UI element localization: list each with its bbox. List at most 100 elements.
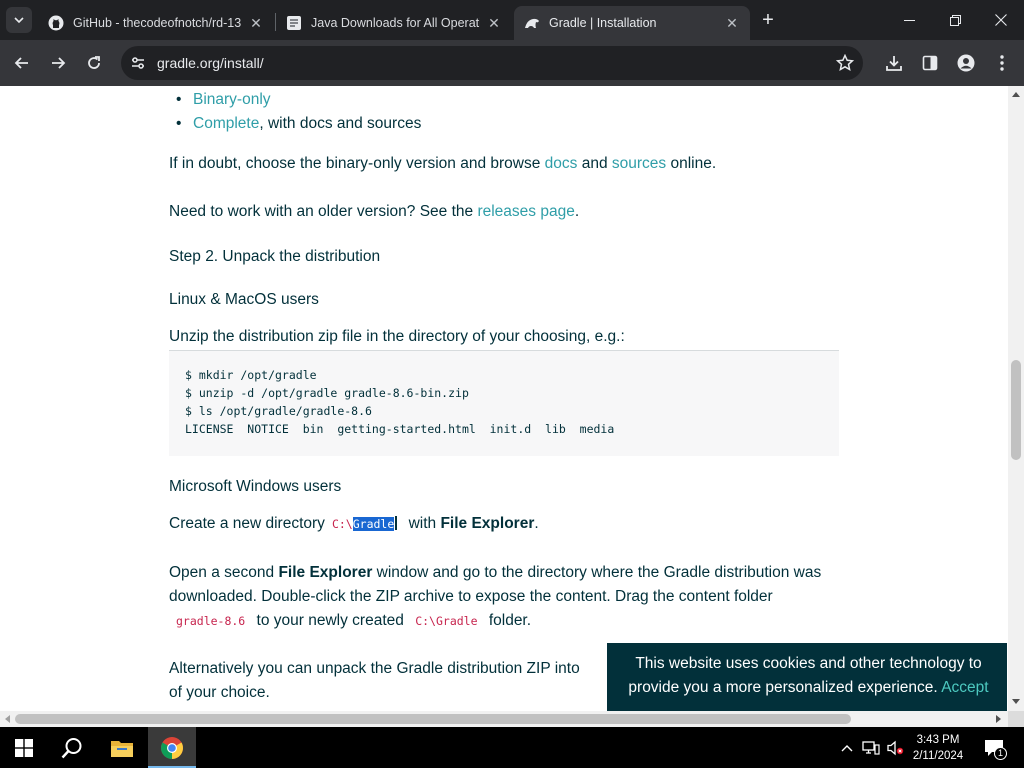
vertical-scroll-thumb[interactable] [1011, 360, 1021, 460]
cookie-text: provide you a more personalized experien… [628, 679, 938, 696]
tab-title: Java Downloads for All Operati [311, 16, 480, 30]
scroll-down-arrow-icon[interactable] [1012, 699, 1020, 704]
cookie-banner: This website uses cookies and other tech… [607, 643, 1007, 711]
arrow-left-icon [14, 57, 28, 69]
releases-page-link[interactable]: releases page [477, 203, 574, 220]
complete-desc: , with docs and sources [259, 115, 422, 132]
windows-logo-icon [15, 738, 33, 757]
java-icon [286, 15, 302, 31]
show-hidden-icons-chevron-icon[interactable] [838, 739, 856, 757]
chrome-icon [161, 736, 183, 759]
tab-gradle[interactable]: Gradle | Installation ✕ [514, 6, 750, 40]
open-text: folder. [484, 612, 532, 629]
open-second-line-1: Open a second File Explorer window and g… [169, 561, 821, 585]
arrow-right-icon [52, 57, 66, 69]
docs-link[interactable]: docs [545, 155, 578, 172]
inline-code-gradle-version: gradle-8.6 [176, 614, 246, 628]
browser-menu-button[interactable] [990, 51, 1014, 75]
search-button[interactable] [48, 727, 96, 768]
inline-code-gradle-dir: C:\Gradle [325, 516, 404, 531]
reload-icon [88, 56, 100, 69]
doubt-paragraph: If in doubt, choose the binary-only vers… [169, 152, 716, 176]
windows-taskbar: 3:43 PM 2/11/2024 1 [0, 727, 1024, 768]
cookie-text: This website uses cookies and other tech… [635, 655, 982, 672]
scroll-right-arrow-icon[interactable] [996, 715, 1001, 723]
windows-heading: Microsoft Windows users [169, 478, 342, 495]
tab-strip: GitHub - thecodeofnotch/rd-13 ✕ Java Dow… [0, 0, 1024, 40]
close-tab-icon[interactable]: ✕ [486, 15, 502, 32]
forward-button[interactable] [44, 49, 72, 77]
horizontal-scrollbar[interactable] [0, 711, 1008, 727]
scroll-up-arrow-icon[interactable] [1012, 92, 1020, 97]
scroll-left-arrow-icon[interactable] [5, 715, 10, 723]
download-icon [886, 56, 902, 71]
inline-code-gradle-dir: C:\Gradle [415, 614, 478, 628]
close-tab-icon[interactable]: ✕ [724, 15, 740, 32]
file-explorer-bold: File Explorer [440, 515, 535, 532]
tab-java[interactable]: Java Downloads for All Operati ✕ [276, 6, 512, 40]
vertical-scrollbar[interactable] [1008, 86, 1024, 711]
create-dir-text: . [534, 515, 539, 532]
older-version-paragraph: Need to work with an older version? See … [169, 200, 579, 224]
binary-only-link[interactable]: Binary-only [193, 91, 271, 108]
code-line: $ ls /opt/gradle/gradle-8.6 [185, 404, 372, 418]
clock-date: 2/11/2024 [912, 750, 964, 762]
older-text: . [574, 203, 580, 220]
step2-heading: Step 2. Unpack the distribution [169, 248, 381, 265]
code-line: LICENSE NOTICE bin getting-started.html … [185, 422, 615, 436]
reload-button[interactable] [80, 49, 108, 77]
minimize-button[interactable] [886, 0, 932, 40]
close-window-button[interactable] [978, 0, 1024, 40]
url-text: gradle.org/install/ [157, 55, 264, 71]
close-icon [995, 14, 1007, 26]
downloads-button[interactable] [882, 51, 906, 75]
linux-heading: Linux & MacOS users [169, 291, 319, 308]
restore-button[interactable] [932, 0, 978, 40]
code-line: $ unzip -d /opt/gradle gradle-8.6-bin.zi… [185, 386, 469, 400]
start-button[interactable] [0, 727, 48, 768]
notification-center-button[interactable]: 1 [983, 738, 1007, 760]
network-icon[interactable] [862, 739, 880, 757]
selected-text: Gradle [352, 517, 395, 531]
complete-link[interactable]: Complete [193, 115, 259, 132]
code-prefix: C:\ [331, 517, 353, 531]
list-item: Complete, with docs and sources [176, 112, 422, 136]
page-viewport: Binary-only Complete, with docs and sour… [0, 86, 1008, 711]
restore-icon [949, 14, 961, 26]
create-directory-paragraph: Create a new directory C:\Gradle with Fil… [169, 512, 539, 536]
open-second-line-3: gradle-8.6 to your newly created C:\Grad… [169, 609, 531, 633]
github-icon [48, 15, 64, 31]
file-explorer-taskbar-button[interactable] [98, 727, 146, 768]
chrome-taskbar-button[interactable] [148, 727, 196, 768]
tab-title: GitHub - thecodeofnotch/rd-13 [73, 16, 242, 30]
close-tab-icon[interactable]: ✕ [248, 15, 264, 32]
sources-link[interactable]: sources [612, 155, 666, 172]
site-settings-icon[interactable] [129, 54, 147, 72]
profile-button[interactable] [954, 51, 978, 75]
open-second-line-2: downloaded. Double-click the ZIP archive… [169, 588, 773, 605]
clock-time: 3:43 PM [916, 734, 960, 746]
system-clock[interactable]: 3:43 PM 2/11/2024 [904, 732, 972, 764]
tab-search-button[interactable] [6, 7, 32, 33]
back-button[interactable] [8, 49, 36, 77]
file-explorer-bold: File Explorer [278, 564, 373, 581]
older-text: Need to work with an older version? See … [169, 203, 478, 220]
list-item: Binary-only [176, 88, 271, 112]
new-tab-button[interactable]: + [757, 9, 779, 31]
volume-muted-icon[interactable] [886, 739, 904, 757]
search-icon [61, 737, 82, 758]
alternative-line-2: of your choice. [169, 684, 270, 701]
gradle-icon [524, 15, 540, 31]
horizontal-scroll-thumb[interactable] [15, 714, 851, 724]
cookie-accept-button[interactable]: Accept [941, 679, 988, 696]
address-bar[interactable]: gradle.org/install/ [121, 46, 863, 80]
alternative-line-1: Alternatively you can unpack the Gradle … [169, 660, 580, 677]
open-text: to your newly created [252, 612, 404, 629]
bookmark-star-icon[interactable] [835, 53, 855, 73]
tab-github[interactable]: GitHub - thecodeofnotch/rd-13 ✕ [38, 6, 274, 40]
side-panel-button[interactable] [918, 51, 942, 75]
create-dir-text: Create a new directory [169, 515, 325, 532]
text-cursor [395, 516, 398, 530]
open-text: Open a second [169, 564, 279, 581]
unzip-text: Unzip the distribution zip file in the d… [169, 328, 625, 345]
